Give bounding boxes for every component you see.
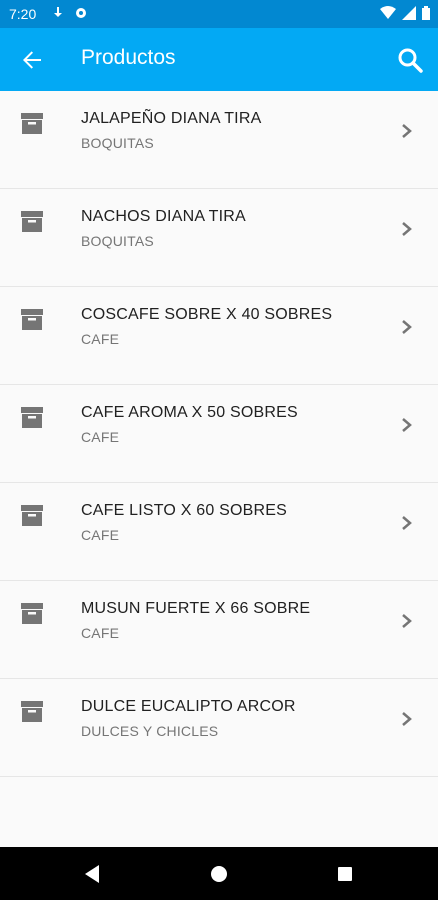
nav-recents-button[interactable] <box>333 862 357 886</box>
download-icon <box>54 7 62 17</box>
product-name: CAFE AROMA X 50 SOBRES <box>81 404 298 421</box>
list-item[interactable]: DULCE EUCALIPTO ARCOR DULCES Y CHICLES <box>0 679 438 777</box>
list-item[interactable]: COSCAFE SOBRE X 40 SOBRES CAFE <box>0 287 438 385</box>
arrow-back-icon <box>23 51 41 69</box>
settings-icon <box>76 8 86 18</box>
app-bar: Productos <box>0 28 438 91</box>
product-category: CAFE <box>81 429 120 445</box>
package-icon <box>21 211 43 232</box>
search-button[interactable] <box>392 42 428 78</box>
status-time: 7:20 <box>9 6 37 22</box>
package-icon <box>21 113 43 134</box>
product-category: BOQUITAS <box>81 233 154 249</box>
chevron-right-icon <box>402 124 412 138</box>
chevron-right-icon <box>402 614 412 628</box>
product-name: JALAPEÑO DIANA TIRA <box>81 110 262 127</box>
chevron-right-icon <box>402 418 412 432</box>
wifi-icon <box>380 6 396 19</box>
list-item[interactable]: CAFE AROMA X 50 SOBRES CAFE <box>0 385 438 483</box>
package-icon <box>21 701 43 722</box>
nav-back-button[interactable] <box>80 862 104 886</box>
home-circle-icon <box>211 866 227 882</box>
chevron-right-icon <box>402 712 412 726</box>
status-bar: 7:20 <box>0 0 438 28</box>
product-name: DULCE EUCALIPTO ARCOR <box>81 698 296 715</box>
battery-icon <box>422 6 430 20</box>
product-name: COSCAFE SOBRE X 40 SOBRES <box>81 306 333 323</box>
navigation-bar <box>0 847 438 900</box>
list-item[interactable]: CAFE LISTO X 60 SOBRES CAFE <box>0 483 438 581</box>
package-icon <box>21 309 43 330</box>
product-category: CAFE <box>81 331 120 347</box>
product-category: DULCES Y CHICLES <box>81 723 219 739</box>
chevron-right-icon <box>402 222 412 236</box>
page-title: Productos <box>81 46 176 69</box>
package-icon <box>21 505 43 526</box>
chevron-right-icon <box>402 516 412 530</box>
nav-home-button[interactable] <box>207 862 231 886</box>
list-item[interactable]: NACHOS DIANA TIRA BOQUITAS <box>0 189 438 287</box>
product-name: MUSUN FUERTE X 66 SOBRE <box>81 600 311 617</box>
product-name: CAFE LISTO X 60 SOBRES <box>81 502 287 519</box>
signal-icon <box>402 6 416 20</box>
search-icon <box>398 48 423 73</box>
product-category: CAFE <box>81 527 120 543</box>
product-category: CAFE <box>81 625 120 641</box>
back-button[interactable] <box>14 42 50 78</box>
recents-square-icon <box>338 867 352 881</box>
product-list: JALAPEÑO DIANA TIRA BOQUITAS NACHOS DIAN… <box>0 91 438 777</box>
list-item[interactable]: MUSUN FUERTE X 66 SOBRE CAFE <box>0 581 438 679</box>
package-icon <box>21 407 43 428</box>
product-name: NACHOS DIANA TIRA <box>81 208 246 225</box>
list-item[interactable]: JALAPEÑO DIANA TIRA BOQUITAS <box>0 91 438 189</box>
back-triangle-icon <box>85 865 99 883</box>
chevron-right-icon <box>402 320 412 334</box>
package-icon <box>21 603 43 624</box>
product-category: BOQUITAS <box>81 135 154 151</box>
